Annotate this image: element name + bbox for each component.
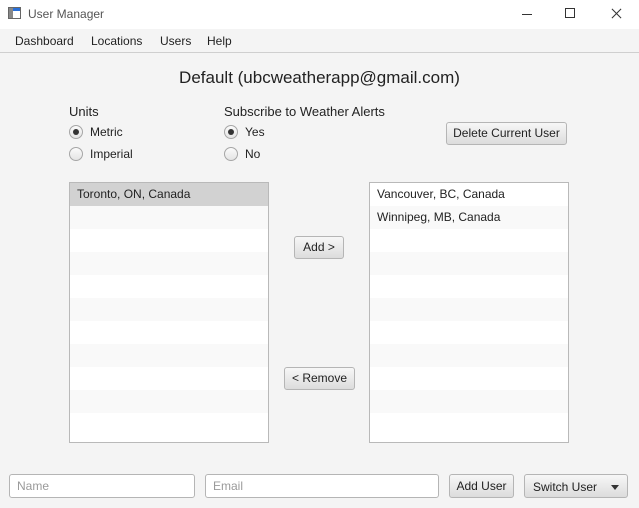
- empty-list-row: [70, 298, 268, 321]
- name-input[interactable]: [9, 474, 195, 498]
- title-bar: User Manager: [0, 0, 639, 29]
- add-location-button[interactable]: Add >: [294, 236, 344, 259]
- current-user-title: Default (ubcweatherapp@gmail.com): [179, 68, 460, 87]
- switch-user-dropdown[interactable]: Switch User: [524, 474, 628, 498]
- close-icon[interactable]: [593, 0, 639, 29]
- empty-list-row: [70, 275, 268, 298]
- email-input[interactable]: [205, 474, 439, 498]
- menu-dashboard[interactable]: Dashboard: [15, 34, 74, 48]
- remove-location-button[interactable]: < Remove: [284, 367, 355, 390]
- menu-help[interactable]: Help: [207, 34, 232, 48]
- empty-list-row: [370, 390, 568, 413]
- alerts-label: Subscribe to Weather Alerts: [224, 104, 385, 119]
- add-user-button[interactable]: Add User: [449, 474, 514, 498]
- empty-list-row: [370, 413, 568, 436]
- menu-locations[interactable]: Locations: [91, 34, 142, 48]
- switch-user-label: Switch User: [533, 480, 598, 494]
- selected-location-item[interactable]: Vancouver, BC, Canada: [370, 183, 568, 206]
- empty-list-row: [370, 275, 568, 298]
- empty-list-row: [70, 344, 268, 367]
- empty-list-row: [370, 229, 568, 252]
- radio-alerts-no-label: No: [245, 147, 261, 161]
- empty-list-row: [70, 321, 268, 344]
- empty-list-row: [370, 252, 568, 275]
- window-title: User Manager: [28, 7, 105, 21]
- selected-locations-list[interactable]: Vancouver, BC, Canada Winnipeg, MB, Canad…: [369, 182, 569, 443]
- selected-location-item[interactable]: Winnipeg, MB, Canada: [370, 206, 568, 229]
- empty-list-row: [370, 367, 568, 390]
- empty-list-row: [70, 206, 268, 229]
- delete-current-user-button[interactable]: Delete Current User: [446, 122, 567, 145]
- empty-list-row: [70, 229, 268, 252]
- empty-list-row: [370, 344, 568, 367]
- app-icon: [8, 7, 21, 19]
- empty-list-row: [70, 413, 268, 436]
- radio-imperial-indicator[interactable]: [69, 147, 83, 161]
- radio-alerts-no-indicator[interactable]: [224, 147, 238, 161]
- minimize-icon[interactable]: [504, 0, 550, 29]
- radio-alerts-yes-indicator[interactable]: [224, 125, 238, 139]
- radio-alerts-yes-label: Yes: [245, 125, 265, 139]
- empty-list-row: [70, 252, 268, 275]
- empty-list-row: [70, 367, 268, 390]
- radio-imperial-label: Imperial: [90, 147, 133, 161]
- available-locations-list[interactable]: Toronto, ON, Canada: [69, 182, 269, 443]
- radio-metric-label: Metric: [90, 125, 123, 139]
- available-location-item[interactable]: Toronto, ON, Canada: [70, 183, 268, 206]
- menu-users[interactable]: Users: [160, 34, 191, 48]
- empty-list-row: [370, 298, 568, 321]
- radio-metric-indicator[interactable]: [69, 125, 83, 139]
- maximize-icon[interactable]: [548, 0, 594, 29]
- menu-bar: Dashboard Locations Users Help: [0, 29, 639, 53]
- empty-list-row: [370, 321, 568, 344]
- chevron-down-icon[interactable]: [611, 485, 619, 490]
- empty-list-row: [70, 390, 268, 413]
- units-label: Units: [69, 104, 99, 119]
